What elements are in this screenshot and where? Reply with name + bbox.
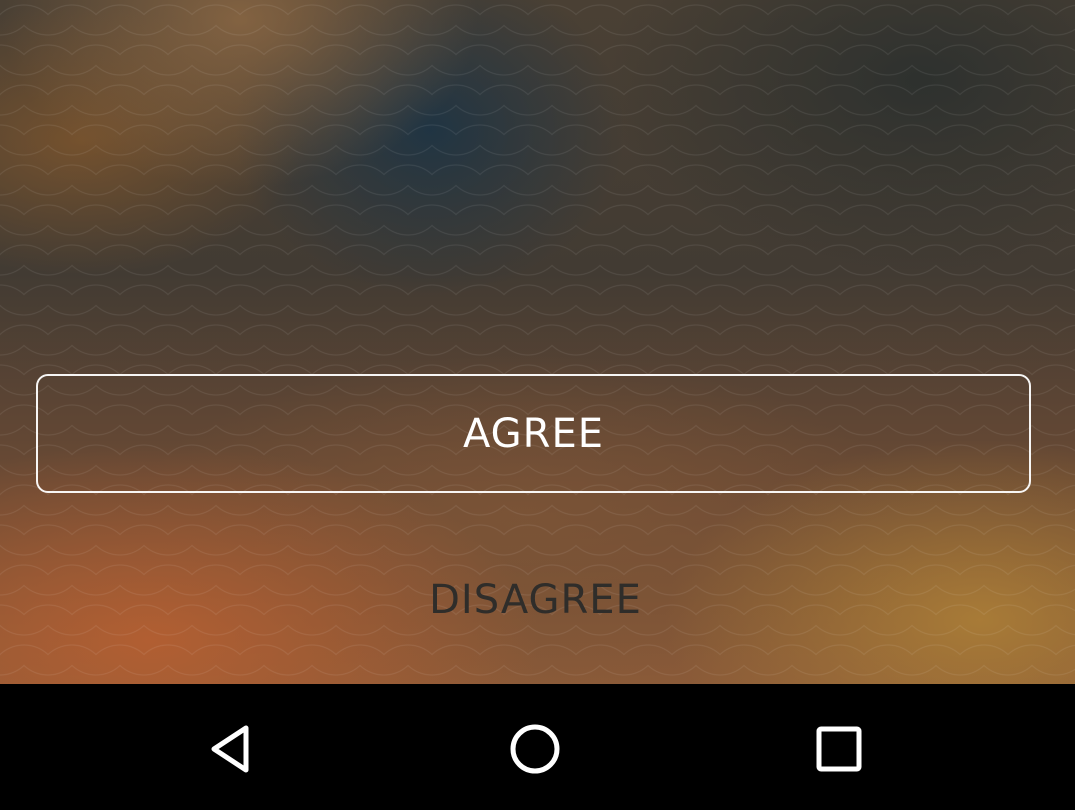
screen: AGREE DISAGREE [0,0,1075,810]
back-icon [211,725,249,773]
agree-button[interactable]: AGREE [36,374,1031,493]
back-button[interactable] [187,704,277,794]
recents-icon [816,726,862,772]
disagree-button[interactable]: DISAGREE [36,560,1035,640]
background-wallpaper: AGREE DISAGREE [0,0,1075,684]
recents-button[interactable] [794,704,884,794]
home-icon [510,724,560,774]
agree-button-label: AGREE [463,410,604,457]
disagree-button-label: DISAGREE [429,577,642,623]
home-button[interactable] [490,704,580,794]
navigation-bar [0,684,1075,810]
